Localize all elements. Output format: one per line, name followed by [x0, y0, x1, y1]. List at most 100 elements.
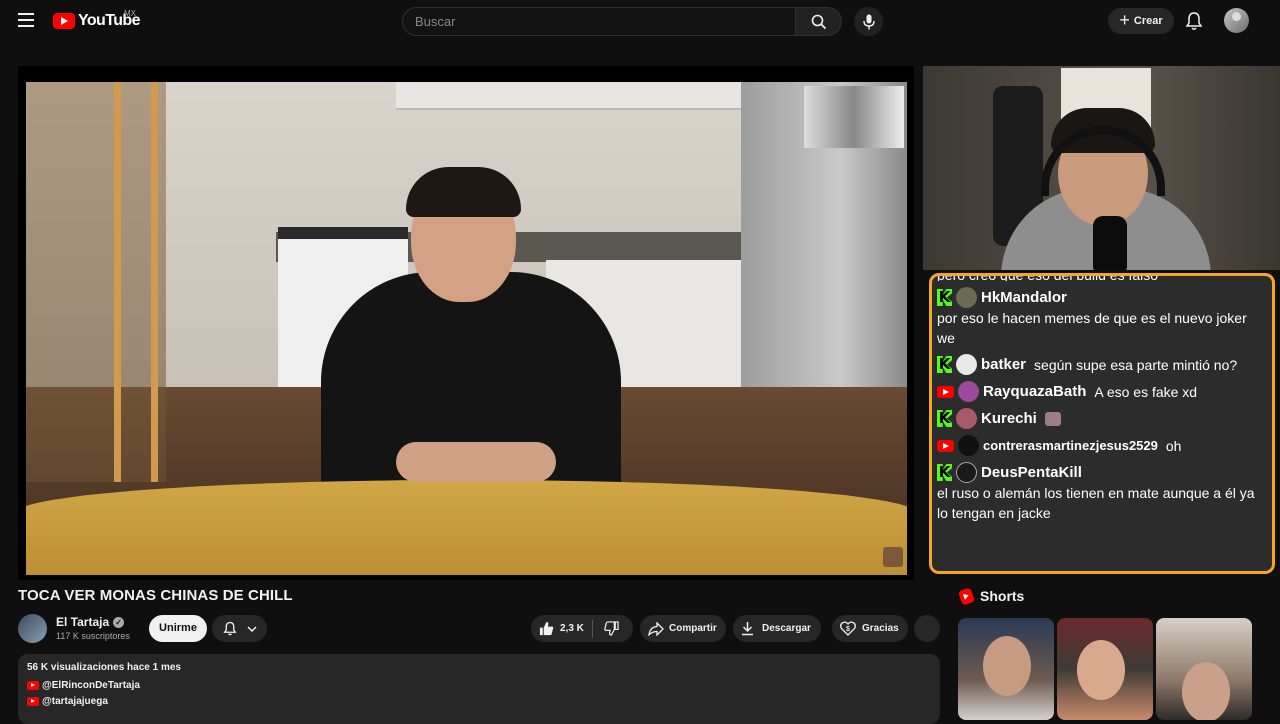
user-avatar: [958, 381, 979, 402]
bell-icon: [222, 621, 237, 636]
share-button[interactable]: Compartir: [640, 615, 726, 642]
svg-text:$: $: [846, 626, 850, 633]
youtube-play-icon: [53, 13, 75, 29]
subscriber-count: 117 K suscriptores: [56, 631, 130, 641]
chat-text: el ruso o alemán los tienen en mate aunq…: [937, 485, 1255, 521]
chat-overlay: pero creo que eso del build es falso K H…: [929, 273, 1275, 574]
description-box[interactable]: 56 K visualizaciones hace 1 mes @ElRinco…: [18, 654, 940, 724]
chat-text: por eso le hacen memes de que es el nuev…: [937, 310, 1247, 346]
chat-cut-message: pero creo que eso del build es falso: [937, 273, 1159, 281]
chat-username: RayquazaBath: [983, 382, 1087, 400]
like-button[interactable]: 2,3 K: [531, 615, 592, 642]
user-avatar: [956, 354, 977, 375]
chat-text: oh: [1165, 437, 1182, 454]
channel-name-row[interactable]: El Tartaja ✓: [56, 615, 125, 629]
create-button[interactable]: + Crear: [1108, 8, 1174, 34]
chat-username: batker: [981, 355, 1027, 373]
more-actions-button[interactable]: [914, 615, 940, 642]
scene-person-hair: [406, 167, 521, 217]
short-thumbnail[interactable]: [1057, 618, 1153, 720]
user-avatar: [956, 408, 977, 429]
chat-text: A eso es fake xd: [1094, 383, 1198, 400]
thanks-button[interactable]: $ Gracias: [832, 615, 908, 642]
share-label: Compartir: [669, 623, 717, 634]
chat-message: RayquazaBath A eso es fake xd: [937, 381, 1267, 402]
super-thanks-icon: $: [840, 621, 856, 636]
link-text[interactable]: @ElRinconDeTartaja: [42, 680, 140, 691]
video-frame[interactable]: [26, 82, 907, 575]
download-icon: [742, 622, 753, 636]
short-thumbnail[interactable]: [1156, 618, 1252, 720]
verified-icon: ✓: [113, 616, 125, 628]
youtube-icon: [27, 681, 39, 690]
microphone-icon: [1093, 216, 1127, 270]
description-link[interactable]: @ElRinconDeTartaja: [27, 680, 931, 691]
join-button[interactable]: Unirme: [149, 615, 207, 642]
thanks-label: Gracias: [862, 623, 899, 634]
link-text[interactable]: @tartajajuega: [42, 696, 108, 707]
user-avatar: [956, 287, 977, 308]
microphone-icon: [862, 14, 875, 29]
view-stats: 56 K visualizaciones hace 1 mes: [27, 662, 181, 673]
search-button[interactable]: [796, 7, 842, 36]
search-bar: Buscar: [402, 7, 842, 36]
search-input[interactable]: Buscar: [402, 7, 796, 36]
chat-username: DeusPentaKill: [981, 463, 1082, 481]
chat-message: K HkMandalor por eso le hacen memes de q…: [937, 287, 1267, 348]
kick-icon: K: [937, 355, 952, 373]
top-bar: YouTube MX Buscar + Crear: [0, 0, 1280, 42]
user-avatar: [958, 435, 979, 456]
youtube-icon: [937, 439, 954, 452]
scene-table: [26, 480, 907, 575]
create-label: Crear: [1133, 15, 1163, 27]
shorts-header: Shorts: [957, 586, 1025, 606]
chat-message: contrerasmartinezjesus2529 oh: [937, 435, 1267, 456]
scene-poster: [804, 86, 904, 148]
scene-ladder: [114, 82, 158, 482]
account-avatar[interactable]: [1224, 8, 1249, 33]
kick-icon: K: [937, 288, 952, 306]
download-button[interactable]: Descargar: [733, 615, 821, 642]
notifications-button[interactable]: [212, 615, 267, 642]
chevron-down-icon: [246, 625, 257, 632]
short-face: [1077, 640, 1125, 700]
chat-username: HkMandalor: [981, 288, 1067, 306]
chat-message: K Kurechi: [937, 408, 1267, 429]
like-dislike-group: 2,3 K: [531, 615, 633, 642]
chat-text: según supe esa parte mintió no?: [1034, 356, 1238, 373]
thumbs-down-icon: [604, 621, 620, 636]
emote-icon: [1044, 411, 1061, 426]
youtube-icon: [27, 697, 39, 706]
search-icon: [811, 14, 826, 29]
region-code: MX: [124, 9, 136, 18]
like-count: 2,3 K: [560, 623, 584, 634]
dislike-button[interactable]: [593, 615, 631, 642]
scene-cabinets: [396, 82, 746, 110]
scene-person-arms: [396, 442, 556, 482]
kick-icon: K: [937, 463, 952, 481]
channel-watermark[interactable]: [883, 547, 903, 567]
chat-message: K DeusPentaKill el ruso o alemán los tie…: [937, 462, 1267, 523]
description-link[interactable]: @tartajajuega: [27, 696, 931, 707]
bell-icon[interactable]: [1185, 11, 1203, 31]
webcam-overlay: [923, 66, 1280, 270]
share-icon: [648, 621, 664, 636]
thumbs-up-icon: [539, 621, 554, 636]
chat-username: Kurechi: [981, 409, 1037, 427]
plus-icon: +: [1119, 10, 1130, 30]
chat-message: K batker según supe esa parte mintió no?: [937, 354, 1267, 375]
shorts-icon: [957, 586, 976, 606]
channel-avatar[interactable]: [18, 614, 47, 643]
youtube-icon: [937, 385, 954, 398]
channel-name[interactable]: El Tartaja: [56, 615, 109, 629]
shorts-label: Shorts: [980, 588, 1025, 604]
download-label: Descargar: [762, 623, 811, 634]
user-avatar: [956, 462, 977, 483]
video-title: TOCA VER MONAS CHINAS DE CHILL: [18, 587, 293, 604]
short-face: [983, 636, 1031, 696]
chat-username: contrerasmartinezjesus2529: [983, 437, 1158, 453]
kick-icon: K: [937, 409, 952, 427]
menu-icon[interactable]: [18, 13, 34, 27]
voice-search-button[interactable]: [854, 7, 883, 36]
short-thumbnail[interactable]: [958, 618, 1054, 720]
